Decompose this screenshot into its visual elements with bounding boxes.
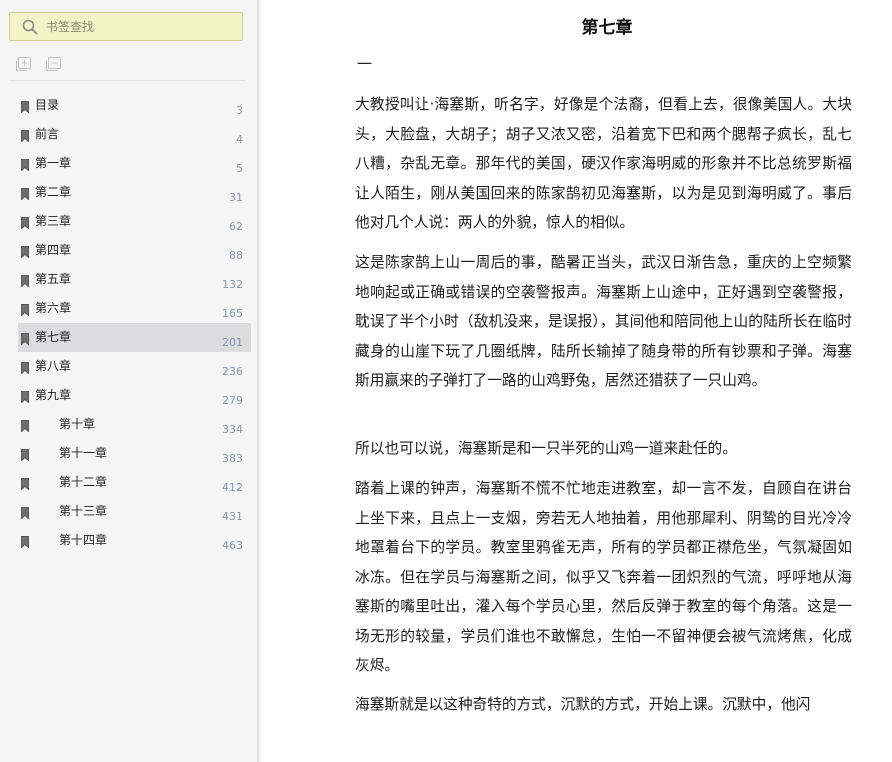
bookmark-icon: [21, 475, 29, 491]
paragraph-4: 踏着上课的钟声，海塞斯不慌不忙地走进教室，却一言不发，自顾自在讲台上坐下来，且点…: [355, 480, 852, 674]
bookmark-item[interactable]: 第十一章 383: [18, 439, 251, 468]
bookmark-page-number: 4: [236, 133, 243, 146]
bookmark-label: 第一章: [35, 156, 72, 170]
bookmark-icon: [21, 533, 29, 549]
bookmark-toolbar: [14, 57, 62, 73]
bookmark-label: 第十章: [59, 417, 96, 431]
reader-app: 目录 3 前言 4 第一章 5 第二章 31 第三章 62 第四章 88 第五章 132 第六章 165 第七章…: [0, 0, 892, 762]
bookmark-item[interactable]: 第一章 5: [18, 149, 251, 178]
bookmark-page-number: 201: [222, 336, 243, 349]
bookmark-search-input[interactable]: [46, 19, 216, 34]
bookmark-label: 第十四章: [59, 533, 108, 547]
bookmark-label: 第九章: [35, 388, 72, 402]
paragraph-5: 海塞斯就是以这种奇特的方式，沉默的方式，开始上课。沉默中，他闪: [355, 696, 811, 713]
bookmark-page-number: 279: [222, 394, 243, 407]
bookmark-page-number: 236: [222, 365, 243, 378]
expand-all-icon[interactable]: [14, 57, 32, 73]
bookmark-label: 第六章: [35, 301, 72, 315]
bookmark-page-number: 88: [229, 249, 243, 262]
document-page: 第七章 一 大教授叫让·海塞斯，听名字，好像是个法裔，但看上去，很像美国人。大块…: [355, 0, 852, 762]
bookmark-item[interactable]: 第十三章 431: [18, 497, 251, 526]
bookmark-icon: [21, 185, 29, 201]
bookmark-item[interactable]: 第七章 201: [18, 323, 251, 352]
toolbar-divider: [9, 80, 245, 81]
bookmark-item[interactable]: 第五章 132: [18, 265, 251, 294]
bookmark-page-number: 3: [236, 104, 243, 117]
paragraph-2: 这是陈家鹄上山一周后的事，酷暑正当头，武汉日渐告急，重庆的上空频繁地响起或正确或…: [355, 254, 852, 389]
bookmark-label: 第十三章: [59, 504, 108, 518]
search-icon: [22, 19, 38, 35]
bookmark-icon: [21, 417, 29, 433]
bookmark-label: 目录: [35, 98, 60, 112]
bookmark-page-number: 132: [222, 278, 243, 291]
bookmark-item[interactable]: 第三章 62: [18, 207, 251, 236]
bookmark-icon: [21, 388, 29, 404]
bookmark-label: 第五章: [35, 272, 72, 286]
bookmark-page-number: 383: [222, 452, 243, 465]
bookmark-page-number: 334: [222, 423, 243, 436]
bookmark-icon: [21, 243, 29, 259]
bookmark-icon: [21, 156, 29, 172]
bookmark-page-number: 5: [236, 162, 243, 175]
section-number: 一: [357, 55, 373, 73]
bookmark-icon: [21, 272, 29, 288]
bookmark-label: 第十二章: [59, 475, 108, 489]
bookmark-icon: [21, 98, 29, 114]
bookmark-icon: [21, 504, 29, 520]
bookmark-icon: [21, 214, 29, 230]
bookmark-label: 第八章: [35, 359, 72, 373]
bookmark-item[interactable]: 目录 3: [18, 91, 251, 120]
bookmark-icon: [21, 330, 29, 346]
bookmark-icon: [21, 359, 29, 375]
bookmark-item[interactable]: 第十四章 463: [18, 526, 251, 555]
bookmark-list: 目录 3 前言 4 第一章 5 第二章 31 第三章 62 第四章 88 第五章 132 第六章 165 第七章…: [18, 91, 251, 555]
bookmark-item[interactable]: 前言 4: [18, 120, 251, 149]
bookmark-label: 第三章: [35, 214, 72, 228]
bookmark-page-number: 165: [222, 307, 243, 320]
bookmark-item[interactable]: 第二章 31: [18, 178, 251, 207]
chapter-title: 第七章: [581, 18, 633, 38]
bookmark-icon: [21, 301, 29, 317]
bookmark-page-number: 31: [229, 191, 243, 204]
bookmark-label: 前言: [35, 127, 60, 141]
bookmark-item[interactable]: 第四章 88: [18, 236, 251, 265]
bookmark-label: 第七章: [35, 330, 72, 344]
bookmark-sidebar: 目录 3 前言 4 第一章 5 第二章 31 第三章 62 第四章 88 第五章 132 第六章 165 第七章…: [0, 0, 257, 762]
bookmark-icon: [21, 446, 29, 462]
bookmark-page-number: 412: [222, 481, 243, 494]
bookmark-label: 第四章: [35, 243, 72, 257]
bookmark-icon: [21, 127, 29, 143]
bookmark-label: 第十一章: [59, 446, 108, 460]
bookmark-page-number: 62: [229, 220, 243, 233]
bookmark-page-number: 463: [222, 539, 243, 552]
bookmark-label: 第二章: [35, 185, 72, 199]
collapse-all-icon[interactable]: [44, 57, 62, 73]
bookmark-item[interactable]: 第六章 165: [18, 294, 251, 323]
paragraph-3: 所以也可以说，海塞斯是和一只半死的山鸡一道来赴任的。: [355, 440, 737, 457]
sidebar-splitter[interactable]: [257, 0, 261, 762]
bookmark-search-box[interactable]: [9, 12, 243, 41]
bookmark-page-number: 431: [222, 510, 243, 523]
paragraph-1: 大教授叫让·海塞斯，听名字，好像是个法裔，但看上去，很像美国人。大块头，大脸盘，…: [355, 96, 852, 231]
bookmark-item[interactable]: 第九章 279: [18, 381, 251, 410]
bookmark-item[interactable]: 第十二章 412: [18, 468, 251, 497]
bookmark-item[interactable]: 第十章 334: [18, 410, 251, 439]
bookmark-item[interactable]: 第八章 236: [18, 352, 251, 381]
